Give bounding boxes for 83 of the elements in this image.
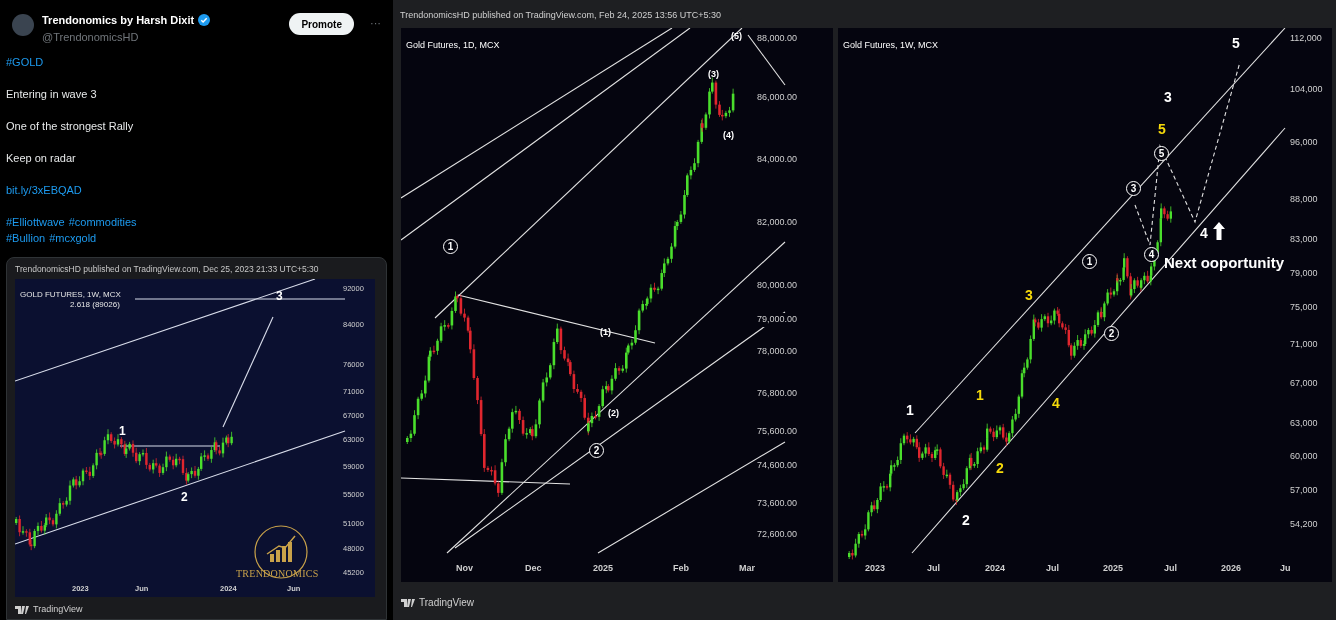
date-label: 2025 <box>1103 562 1124 575</box>
price-label: 74,600.00 <box>757 459 798 473</box>
date-label: 2024 <box>985 562 1006 575</box>
post-link[interactable]: #commodities <box>68 215 137 229</box>
wave-label: 5 <box>1158 122 1166 136</box>
date-label: Nov <box>456 562 473 575</box>
wave-label: 3 <box>276 290 283 302</box>
wave-label: 2 <box>181 491 188 503</box>
more-button[interactable]: ··· <box>370 15 381 32</box>
tradingview-label: TradingView <box>33 603 83 616</box>
wave-label: 5 <box>1154 146 1169 161</box>
price-label: 83,000 <box>1290 233 1318 246</box>
wave-label: (3) <box>708 70 719 79</box>
wave-label: 4 <box>1052 396 1060 410</box>
price-label: 75,600.00 <box>757 425 798 439</box>
date-label: Jul <box>927 562 940 575</box>
wave-label: 2 <box>1104 326 1119 341</box>
annotation-text: Next ooportunity <box>1164 253 1284 273</box>
price-label: 84,000.00 <box>757 153 798 167</box>
price-label: 75,000 <box>1290 301 1318 314</box>
date-label: Mar <box>739 562 755 575</box>
price-label: 82,000.00 <box>757 216 798 230</box>
price-label: 57,000 <box>1290 484 1318 497</box>
wave-label: 1 <box>443 239 458 254</box>
date-label: 2023 <box>865 562 886 575</box>
wave-label: 1 <box>1082 254 1097 269</box>
date-label: Feb <box>673 562 689 575</box>
price-label: 67,000 <box>1290 377 1318 390</box>
price-label: 54,200 <box>1290 518 1318 531</box>
date-label: 2026 <box>1221 562 1242 575</box>
post-text: One of the strongest Rally <box>6 119 135 133</box>
wave-label: 1 <box>119 425 126 437</box>
price-label: 88,000 <box>1290 193 1318 206</box>
author-name[interactable]: Trendonomics by Harsh Dixit <box>42 12 195 29</box>
author-handle[interactable]: @TrendonomicsHD <box>42 28 282 45</box>
price-label: 63,000 <box>1290 417 1318 430</box>
wave-label: 1 <box>976 388 984 402</box>
price-label: 80,000.00 <box>757 279 798 293</box>
wave-label: 3 <box>1126 181 1141 196</box>
price-label: 73,600.00 <box>757 497 798 511</box>
price-label: 76,800.00 <box>757 387 798 401</box>
post-link[interactable]: #mcxgold <box>49 231 97 245</box>
promote-button[interactable]: Promote <box>289 13 354 35</box>
wave-label: 4 <box>1144 247 1159 262</box>
fib-level-label: 2.618 (89026) <box>70 299 120 311</box>
publisher-line: TrendonomicsHD published on TradingView.com, Dec 25, 2023 21:33 UTC+5:30 <box>15 264 320 275</box>
wave-label: (4) <box>723 131 734 140</box>
wave-label: 2 <box>962 513 970 527</box>
publisher-line: TrendonomicsHD published on TradingView.com, Feb 24, 2025 13:56 UTC+5:30 <box>399 9 722 22</box>
price-label: 78,000.00 <box>757 345 798 359</box>
date-label: Dec <box>525 562 542 575</box>
wave-label: 2 <box>589 443 604 458</box>
date-label: Ju <box>1280 562 1291 575</box>
post-link[interactable]: #Elliottwave <box>6 215 65 229</box>
chart-title: GOLD FUTURES, 1W, MCX <box>20 289 121 301</box>
price-label: 72,600.00 <box>757 528 798 542</box>
price-label: 79,000 <box>1290 267 1318 280</box>
date-label: Jul <box>1046 562 1059 575</box>
date-label: 2025 <box>593 562 614 575</box>
wave-label: 3 <box>1164 90 1172 104</box>
tradingview-label: TradingView <box>419 596 475 610</box>
post-link[interactable]: #GOLD <box>6 55 44 69</box>
wave-label: 4 <box>1200 226 1208 240</box>
price-label: 86,000.00 <box>757 91 798 105</box>
price-label: 112,000 <box>1290 32 1322 45</box>
wave-label: 3 <box>1025 288 1033 302</box>
wave-label: 5 <box>1232 36 1240 50</box>
chart-title: Gold Futures, 1D, MCX <box>406 39 500 52</box>
price-label: 71,000 <box>1290 338 1318 351</box>
price-label: 104,000 <box>1290 83 1323 96</box>
chart-title: Gold Futures, 1W, MCX <box>843 39 939 52</box>
date-label: Jul <box>1164 562 1177 575</box>
post-text: Entering in wave 3 <box>6 87 98 101</box>
wave-label: 2 <box>996 461 1004 475</box>
price-label: 96,000 <box>1290 136 1318 149</box>
post-link[interactable]: #Bullion <box>6 231 46 245</box>
price-label: 79,000.00 <box>757 313 798 327</box>
wave-label: 1 <box>906 403 914 417</box>
price-label: 60,000 <box>1290 450 1318 463</box>
wave-label: (2) <box>608 409 619 418</box>
price-label: 88,000.00 <box>757 32 798 46</box>
post-link[interactable]: bit.ly/3xEBQAD <box>6 183 82 197</box>
post-text: Keep on radar <box>6 151 77 165</box>
